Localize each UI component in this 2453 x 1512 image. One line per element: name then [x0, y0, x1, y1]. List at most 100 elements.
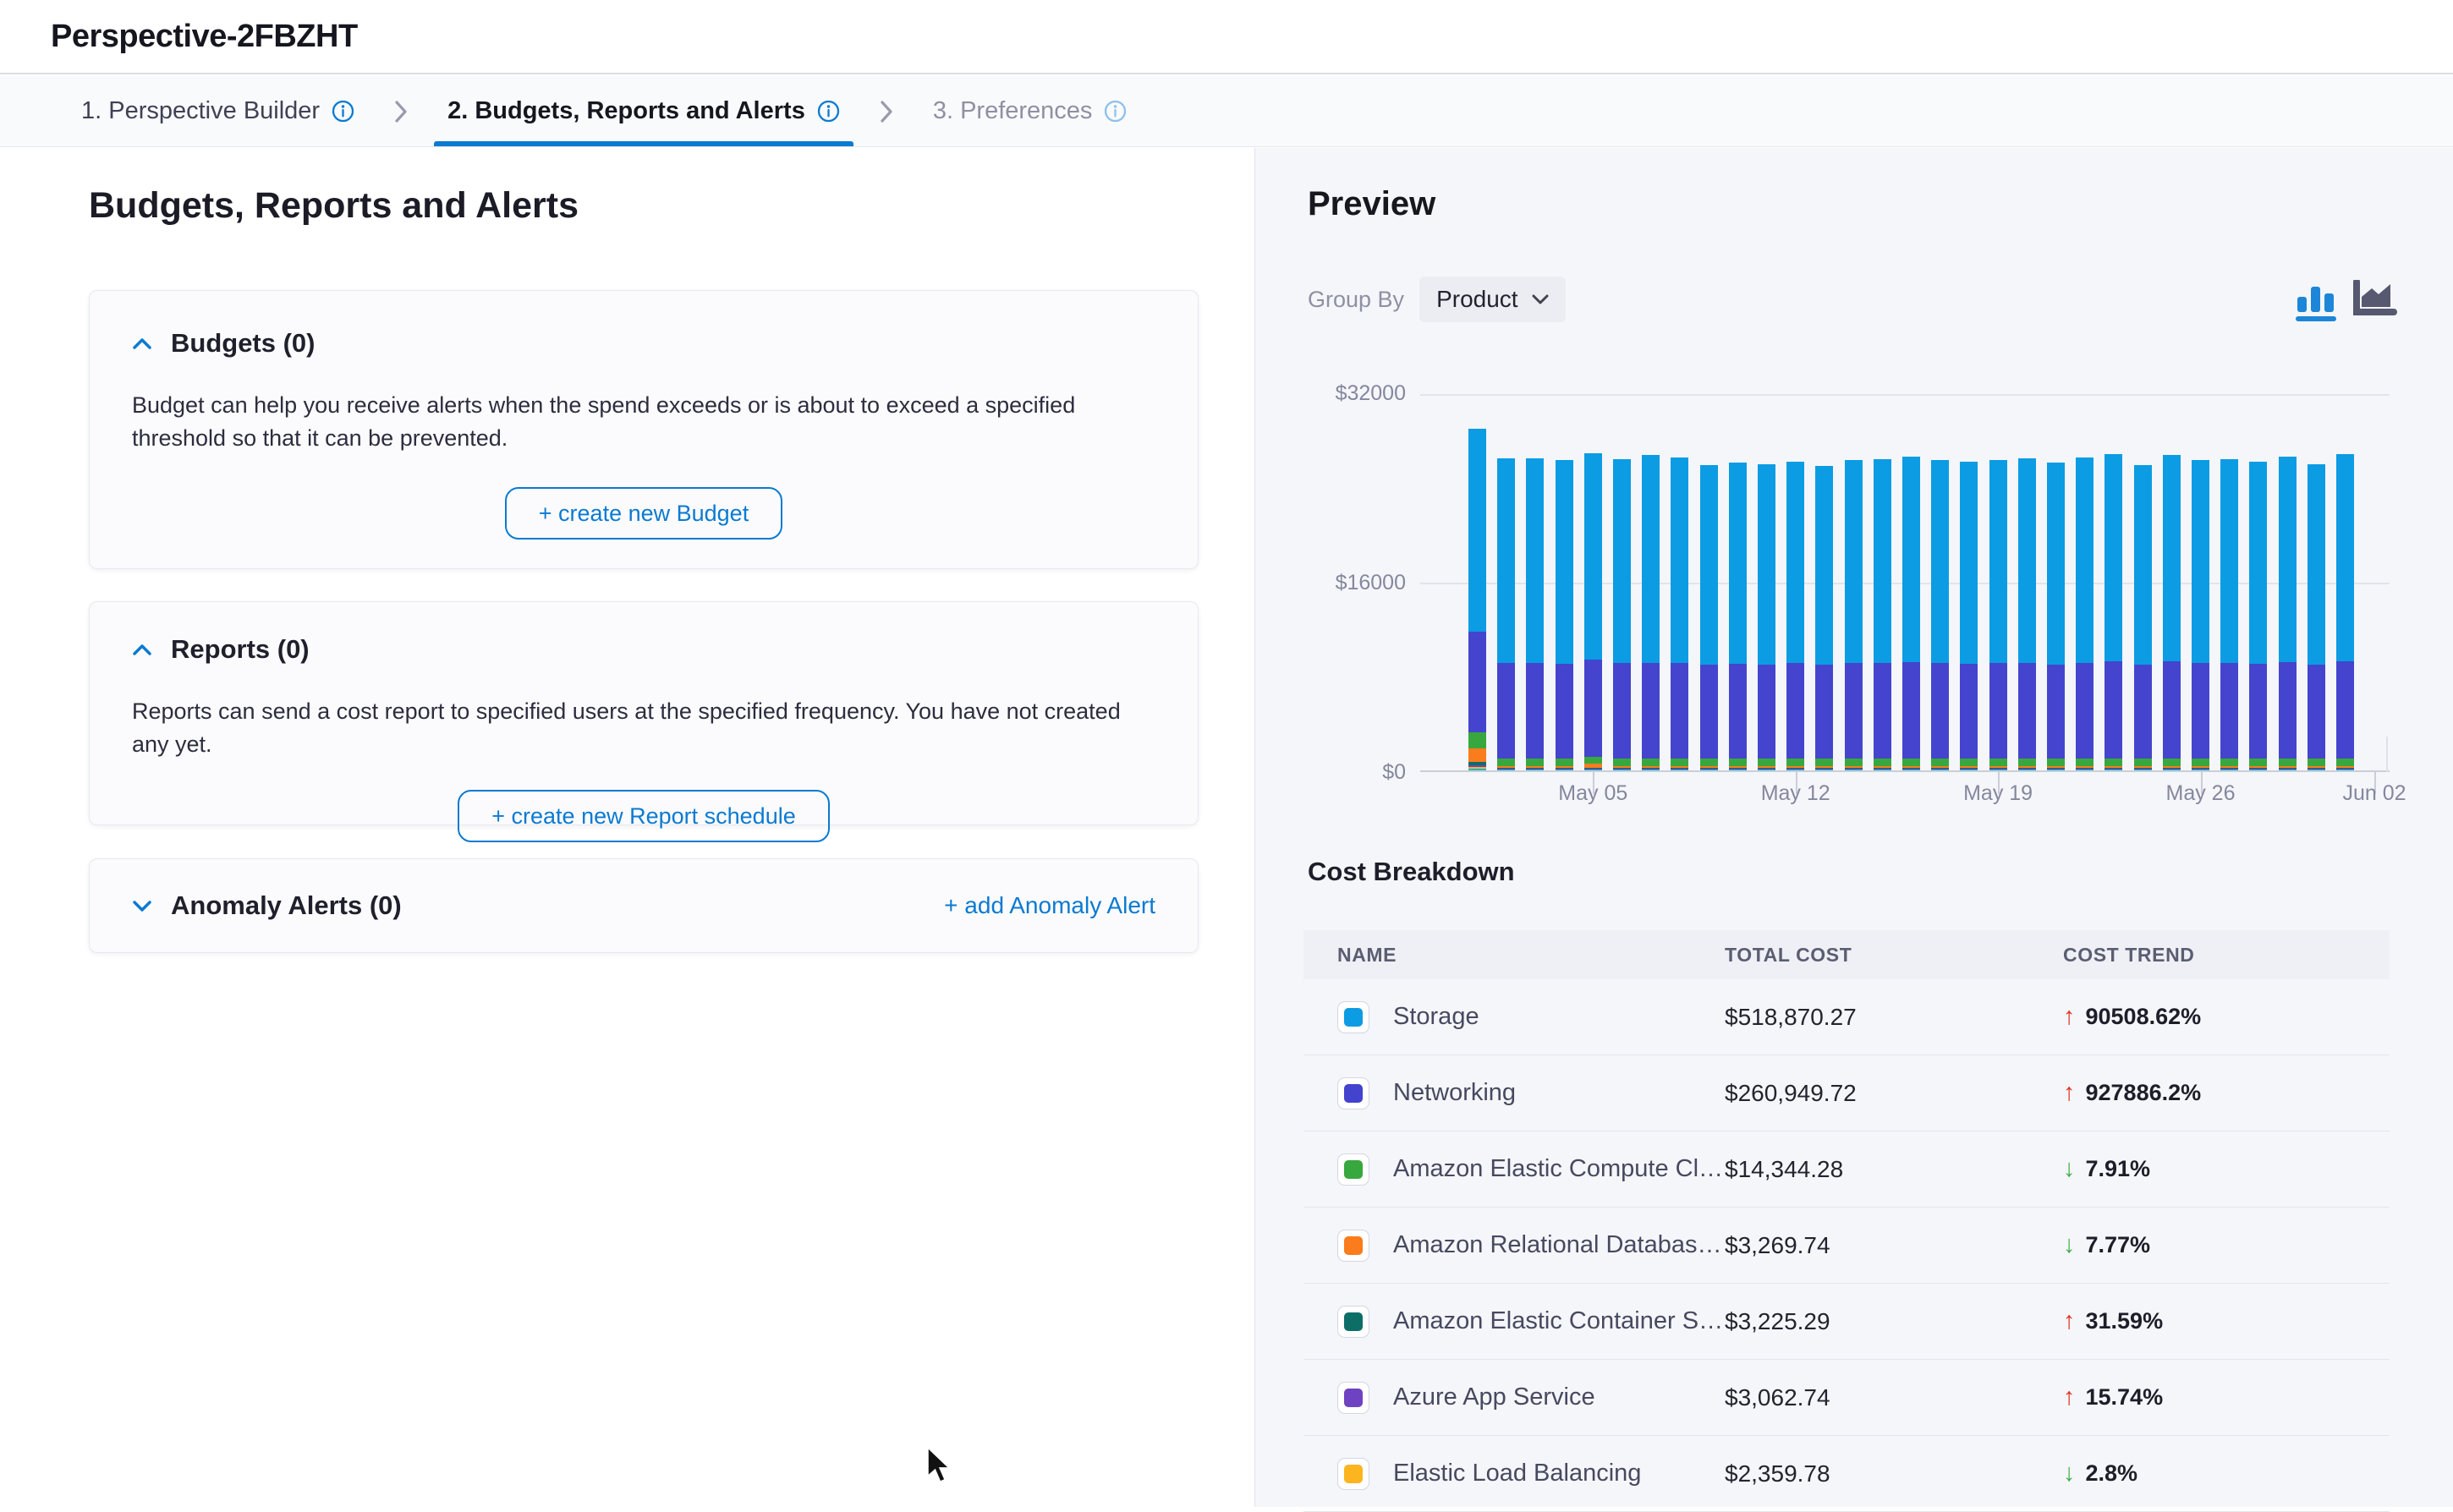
- bar-segment: [1989, 759, 2007, 765]
- stacked-bar-may-01[interactable]: [1468, 429, 1486, 770]
- stacked-bar-may-12[interactable]: [1786, 462, 1804, 770]
- table-row[interactable]: Amazon Relational Database...$3,269.74↓7…: [1303, 1208, 2390, 1284]
- bar-chart-view-icon[interactable]: [2296, 277, 2338, 322]
- bar-segment: [1526, 759, 1544, 765]
- bar-segment: [2047, 665, 2065, 759]
- tab-perspective-builder[interactable]: 1. Perspective Builder: [68, 76, 368, 146]
- series-color-swatch[interactable]: [1337, 1306, 1369, 1338]
- tab-budgets-reports-and-alerts[interactable]: 2. Budgets, Reports and Alerts: [434, 76, 853, 146]
- stacked-bar-may-03[interactable]: [1526, 458, 1544, 770]
- bar-segment: [1556, 460, 1573, 664]
- table-row[interactable]: Storage$518,870.27↑90508.62%: [1303, 979, 2390, 1055]
- y-axis-label: $32000: [1296, 381, 1406, 406]
- stacked-bar-may-04[interactable]: [1556, 460, 1573, 770]
- add-anomaly-alert-link[interactable]: + add Anomaly Alert: [944, 892, 1155, 919]
- x-axis-label: Jun 02: [2307, 781, 2442, 806]
- bar-segment: [1729, 759, 1747, 765]
- bar-segment: [1845, 663, 1863, 759]
- stacked-bar-may-08[interactable]: [1671, 457, 1688, 770]
- bar-segment: [1671, 663, 1688, 759]
- series-color-swatch[interactable]: [1337, 1230, 1369, 1262]
- table-row[interactable]: Networking$260,949.72↑927886.2%: [1303, 1055, 2390, 1131]
- table-row[interactable]: Amazon Elastic Compute Clo...$14,344.28↓…: [1303, 1131, 2390, 1208]
- stacked-bar-may-14[interactable]: [1845, 460, 1863, 770]
- preview-panel: Preview Group By Product $32000 $16000 $…: [1254, 148, 2453, 1507]
- expand-chevron-down-icon[interactable]: [132, 899, 152, 912]
- stacked-bar-may-20[interactable]: [2018, 458, 2036, 770]
- stacked-bar-may-21[interactable]: [2047, 463, 2065, 770]
- series-color-swatch[interactable]: [1337, 1001, 1369, 1033]
- bar-segment: [1642, 759, 1660, 765]
- stacked-bar-may-27[interactable]: [2220, 459, 2238, 770]
- series-color-swatch[interactable]: [1337, 1153, 1369, 1186]
- y-axis-label: $16000: [1296, 571, 1406, 595]
- stacked-bar-may-31[interactable]: [2336, 454, 2354, 770]
- row-name: Storage: [1393, 1003, 1479, 1031]
- budgets-card: Budgets (0) Budget can help you receive …: [89, 290, 1199, 569]
- table-row[interactable]: Elastic Load Balancing$2,359.78↓2.8%: [1303, 1436, 2390, 1512]
- stacked-bar-may-15[interactable]: [1874, 459, 1891, 770]
- bar-segment: [2134, 759, 2152, 765]
- collapse-chevron-up-icon[interactable]: [132, 337, 152, 350]
- bar-segment: [2076, 457, 2094, 663]
- stacked-bar-may-06[interactable]: [1613, 459, 1631, 770]
- series-color-swatch[interactable]: [1337, 1382, 1369, 1414]
- group-by-select[interactable]: Product: [1419, 277, 1566, 322]
- table-row[interactable]: Amazon Elastic Container Se...$3,225.29↑…: [1303, 1284, 2390, 1360]
- info-icon[interactable]: [332, 100, 354, 123]
- stacked-bar-may-13[interactable]: [1815, 466, 1833, 770]
- bar-segment: [1960, 462, 1978, 664]
- trend-up-arrow-icon: ↑: [2063, 1307, 2076, 1335]
- bar-segment: [2163, 455, 2181, 661]
- info-icon[interactable]: [817, 100, 840, 123]
- tab-preferences[interactable]: 3. Preferences: [919, 76, 1141, 146]
- stacked-bar-may-30[interactable]: [2308, 464, 2325, 770]
- stacked-bar-may-10[interactable]: [1729, 463, 1747, 770]
- row-total-cost: $260,949.72: [1725, 1080, 2063, 1107]
- bar-segment: [1642, 663, 1660, 759]
- column-header-cost-trend: COST TREND: [2063, 944, 2390, 967]
- bar-segment: [1584, 453, 1602, 660]
- row-cost-trend: 927886.2%: [2086, 1080, 2202, 1106]
- row-name: Amazon Relational Database...: [1393, 1231, 1725, 1259]
- stacked-bar-may-18[interactable]: [1960, 462, 1978, 770]
- stacked-bar-may-02[interactable]: [1497, 458, 1515, 770]
- info-icon[interactable]: [1104, 100, 1127, 123]
- series-color-swatch[interactable]: [1337, 1458, 1369, 1490]
- row-cost-trend: 31.59%: [2086, 1308, 2164, 1334]
- section-heading: Budgets, Reports and Alerts: [89, 185, 579, 227]
- bar-segment: [2105, 759, 2122, 765]
- bar-segment: [1729, 664, 1747, 759]
- stacked-bar-may-22[interactable]: [2076, 457, 2094, 770]
- row-name: Amazon Elastic Container Se...: [1393, 1307, 1725, 1335]
- group-by-label: Group By: [1308, 287, 1404, 313]
- stacked-bar-may-17[interactable]: [1931, 460, 1949, 770]
- stacked-bar-may-05[interactable]: [1584, 453, 1602, 770]
- tab-separator-chevron-icon: [368, 76, 434, 146]
- x-axis-label: May 05: [1525, 781, 1660, 806]
- create-budget-button[interactable]: + create new Budget: [505, 487, 782, 540]
- stacked-bar-may-28[interactable]: [2249, 462, 2267, 770]
- trend-down-arrow-icon: ↓: [2063, 1155, 2076, 1183]
- bar-segment: [1700, 465, 1718, 665]
- area-chart-view-icon[interactable]: [2351, 280, 2397, 322]
- bar-segment: [2336, 454, 2354, 661]
- series-color-swatch[interactable]: [1337, 1077, 1369, 1109]
- stacked-bar-may-11[interactable]: [1758, 464, 1775, 770]
- stacked-bar-may-19[interactable]: [1989, 460, 2007, 770]
- row-name: Azure App Service: [1393, 1383, 1595, 1411]
- bar-segment: [1815, 466, 1833, 665]
- bar-segment: [1874, 459, 1891, 663]
- collapse-chevron-up-icon[interactable]: [132, 643, 152, 656]
- create-report-button[interactable]: + create new Report schedule: [458, 790, 829, 842]
- stacked-bar-may-09[interactable]: [1700, 465, 1718, 770]
- stacked-bar-may-29[interactable]: [2279, 457, 2297, 771]
- table-row[interactable]: Azure App Service$3,062.74↑15.74%: [1303, 1360, 2390, 1436]
- stacked-bar-may-07[interactable]: [1642, 455, 1660, 770]
- stacked-bar-may-26[interactable]: [2192, 460, 2209, 770]
- stacked-bar-may-25[interactable]: [2163, 455, 2181, 770]
- stacked-bar-may-24[interactable]: [2134, 465, 2152, 770]
- bar-segment: [2163, 661, 2181, 759]
- stacked-bar-may-23[interactable]: [2105, 454, 2122, 770]
- stacked-bar-may-16[interactable]: [1902, 457, 1920, 770]
